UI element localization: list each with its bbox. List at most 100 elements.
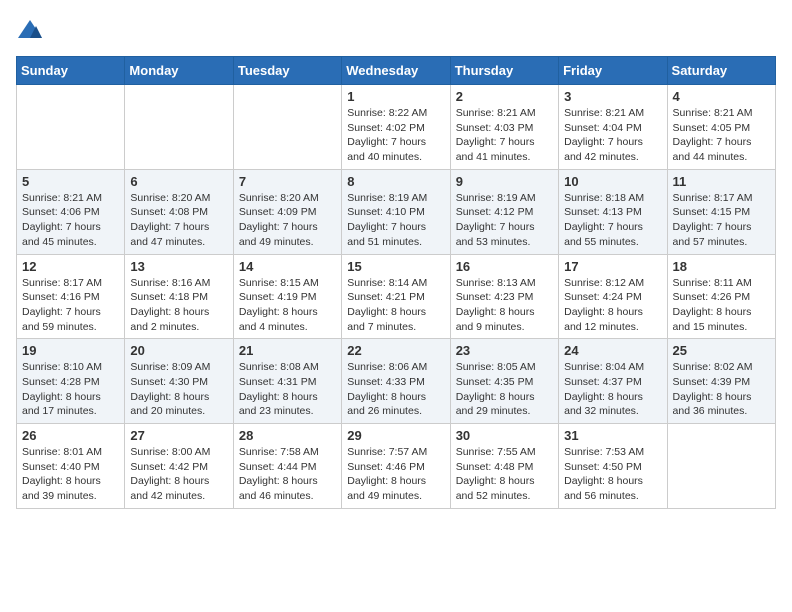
day-number: 2 — [456, 89, 553, 104]
calendar-day-cell: 28 Sunrise: 7:58 AMSunset: 4:44 PMDaylig… — [233, 424, 341, 509]
day-number: 9 — [456, 174, 553, 189]
day-number: 15 — [347, 259, 444, 274]
calendar-day-cell: 20 Sunrise: 8:09 AMSunset: 4:30 PMDaylig… — [125, 339, 233, 424]
calendar-day-cell: 19 Sunrise: 8:10 AMSunset: 4:28 PMDaylig… — [17, 339, 125, 424]
calendar-day-cell: 4 Sunrise: 8:21 AMSunset: 4:05 PMDayligh… — [667, 85, 775, 170]
weekday-header: Friday — [559, 57, 667, 85]
calendar-day-cell — [667, 424, 775, 509]
day-info: Sunrise: 8:20 AMSunset: 4:08 PMDaylight:… — [130, 191, 227, 250]
day-number: 11 — [673, 174, 770, 189]
calendar-day-cell: 14 Sunrise: 8:15 AMSunset: 4:19 PMDaylig… — [233, 254, 341, 339]
day-info: Sunrise: 7:55 AMSunset: 4:48 PMDaylight:… — [456, 445, 553, 504]
calendar-day-cell: 25 Sunrise: 8:02 AMSunset: 4:39 PMDaylig… — [667, 339, 775, 424]
day-info: Sunrise: 8:21 AMSunset: 4:06 PMDaylight:… — [22, 191, 119, 250]
calendar-day-cell: 2 Sunrise: 8:21 AMSunset: 4:03 PMDayligh… — [450, 85, 558, 170]
day-number: 26 — [22, 428, 119, 443]
calendar-day-cell: 16 Sunrise: 8:13 AMSunset: 4:23 PMDaylig… — [450, 254, 558, 339]
day-info: Sunrise: 8:12 AMSunset: 4:24 PMDaylight:… — [564, 276, 661, 335]
logo-icon — [16, 16, 44, 44]
day-number: 10 — [564, 174, 661, 189]
calendar-day-cell: 6 Sunrise: 8:20 AMSunset: 4:08 PMDayligh… — [125, 169, 233, 254]
calendar-day-cell: 27 Sunrise: 8:00 AMSunset: 4:42 PMDaylig… — [125, 424, 233, 509]
day-number: 3 — [564, 89, 661, 104]
day-number: 24 — [564, 343, 661, 358]
day-info: Sunrise: 8:20 AMSunset: 4:09 PMDaylight:… — [239, 191, 336, 250]
page-header — [16, 16, 776, 44]
weekday-header: Wednesday — [342, 57, 450, 85]
day-number: 27 — [130, 428, 227, 443]
calendar-day-cell: 10 Sunrise: 8:18 AMSunset: 4:13 PMDaylig… — [559, 169, 667, 254]
calendar-day-cell: 22 Sunrise: 8:06 AMSunset: 4:33 PMDaylig… — [342, 339, 450, 424]
calendar-header-row: SundayMondayTuesdayWednesdayThursdayFrid… — [17, 57, 776, 85]
day-number: 21 — [239, 343, 336, 358]
day-info: Sunrise: 8:04 AMSunset: 4:37 PMDaylight:… — [564, 360, 661, 419]
calendar-day-cell: 11 Sunrise: 8:17 AMSunset: 4:15 PMDaylig… — [667, 169, 775, 254]
day-number: 28 — [239, 428, 336, 443]
calendar-day-cell: 13 Sunrise: 8:16 AMSunset: 4:18 PMDaylig… — [125, 254, 233, 339]
calendar-day-cell — [125, 85, 233, 170]
day-number: 14 — [239, 259, 336, 274]
calendar-day-cell: 31 Sunrise: 7:53 AMSunset: 4:50 PMDaylig… — [559, 424, 667, 509]
day-number: 29 — [347, 428, 444, 443]
day-number: 8 — [347, 174, 444, 189]
day-number: 4 — [673, 89, 770, 104]
day-info: Sunrise: 8:17 AMSunset: 4:16 PMDaylight:… — [22, 276, 119, 335]
day-number: 18 — [673, 259, 770, 274]
day-number: 31 — [564, 428, 661, 443]
day-info: Sunrise: 8:19 AMSunset: 4:10 PMDaylight:… — [347, 191, 444, 250]
day-info: Sunrise: 8:09 AMSunset: 4:30 PMDaylight:… — [130, 360, 227, 419]
day-number: 30 — [456, 428, 553, 443]
day-info: Sunrise: 8:14 AMSunset: 4:21 PMDaylight:… — [347, 276, 444, 335]
day-number: 12 — [22, 259, 119, 274]
weekday-header: Monday — [125, 57, 233, 85]
day-info: Sunrise: 8:01 AMSunset: 4:40 PMDaylight:… — [22, 445, 119, 504]
day-info: Sunrise: 7:58 AMSunset: 4:44 PMDaylight:… — [239, 445, 336, 504]
logo — [16, 16, 48, 44]
calendar-week-row: 12 Sunrise: 8:17 AMSunset: 4:16 PMDaylig… — [17, 254, 776, 339]
day-number: 7 — [239, 174, 336, 189]
day-info: Sunrise: 8:13 AMSunset: 4:23 PMDaylight:… — [456, 276, 553, 335]
day-info: Sunrise: 7:57 AMSunset: 4:46 PMDaylight:… — [347, 445, 444, 504]
calendar-day-cell — [233, 85, 341, 170]
weekday-header: Thursday — [450, 57, 558, 85]
day-info: Sunrise: 8:08 AMSunset: 4:31 PMDaylight:… — [239, 360, 336, 419]
day-info: Sunrise: 8:21 AMSunset: 4:03 PMDaylight:… — [456, 106, 553, 165]
calendar-day-cell: 1 Sunrise: 8:22 AMSunset: 4:02 PMDayligh… — [342, 85, 450, 170]
day-info: Sunrise: 8:17 AMSunset: 4:15 PMDaylight:… — [673, 191, 770, 250]
day-info: Sunrise: 8:10 AMSunset: 4:28 PMDaylight:… — [22, 360, 119, 419]
day-info: Sunrise: 8:16 AMSunset: 4:18 PMDaylight:… — [130, 276, 227, 335]
day-info: Sunrise: 7:53 AMSunset: 4:50 PMDaylight:… — [564, 445, 661, 504]
calendar-day-cell: 9 Sunrise: 8:19 AMSunset: 4:12 PMDayligh… — [450, 169, 558, 254]
calendar-day-cell: 24 Sunrise: 8:04 AMSunset: 4:37 PMDaylig… — [559, 339, 667, 424]
calendar-week-row: 19 Sunrise: 8:10 AMSunset: 4:28 PMDaylig… — [17, 339, 776, 424]
day-info: Sunrise: 8:22 AMSunset: 4:02 PMDaylight:… — [347, 106, 444, 165]
day-number: 5 — [22, 174, 119, 189]
day-number: 20 — [130, 343, 227, 358]
day-number: 6 — [130, 174, 227, 189]
calendar-day-cell: 29 Sunrise: 7:57 AMSunset: 4:46 PMDaylig… — [342, 424, 450, 509]
calendar-week-row: 26 Sunrise: 8:01 AMSunset: 4:40 PMDaylig… — [17, 424, 776, 509]
weekday-header: Saturday — [667, 57, 775, 85]
day-info: Sunrise: 8:00 AMSunset: 4:42 PMDaylight:… — [130, 445, 227, 504]
day-number: 25 — [673, 343, 770, 358]
calendar-day-cell: 18 Sunrise: 8:11 AMSunset: 4:26 PMDaylig… — [667, 254, 775, 339]
day-info: Sunrise: 8:06 AMSunset: 4:33 PMDaylight:… — [347, 360, 444, 419]
calendar-day-cell: 5 Sunrise: 8:21 AMSunset: 4:06 PMDayligh… — [17, 169, 125, 254]
day-number: 22 — [347, 343, 444, 358]
weekday-header: Tuesday — [233, 57, 341, 85]
calendar-day-cell: 17 Sunrise: 8:12 AMSunset: 4:24 PMDaylig… — [559, 254, 667, 339]
day-info: Sunrise: 8:15 AMSunset: 4:19 PMDaylight:… — [239, 276, 336, 335]
day-info: Sunrise: 8:02 AMSunset: 4:39 PMDaylight:… — [673, 360, 770, 419]
day-info: Sunrise: 8:21 AMSunset: 4:05 PMDaylight:… — [673, 106, 770, 165]
calendar-day-cell: 21 Sunrise: 8:08 AMSunset: 4:31 PMDaylig… — [233, 339, 341, 424]
day-info: Sunrise: 8:19 AMSunset: 4:12 PMDaylight:… — [456, 191, 553, 250]
day-number: 17 — [564, 259, 661, 274]
day-info: Sunrise: 8:18 AMSunset: 4:13 PMDaylight:… — [564, 191, 661, 250]
day-number: 19 — [22, 343, 119, 358]
day-number: 23 — [456, 343, 553, 358]
calendar-day-cell: 15 Sunrise: 8:14 AMSunset: 4:21 PMDaylig… — [342, 254, 450, 339]
calendar-day-cell: 3 Sunrise: 8:21 AMSunset: 4:04 PMDayligh… — [559, 85, 667, 170]
calendar-day-cell: 8 Sunrise: 8:19 AMSunset: 4:10 PMDayligh… — [342, 169, 450, 254]
calendar-week-row: 5 Sunrise: 8:21 AMSunset: 4:06 PMDayligh… — [17, 169, 776, 254]
day-number: 16 — [456, 259, 553, 274]
